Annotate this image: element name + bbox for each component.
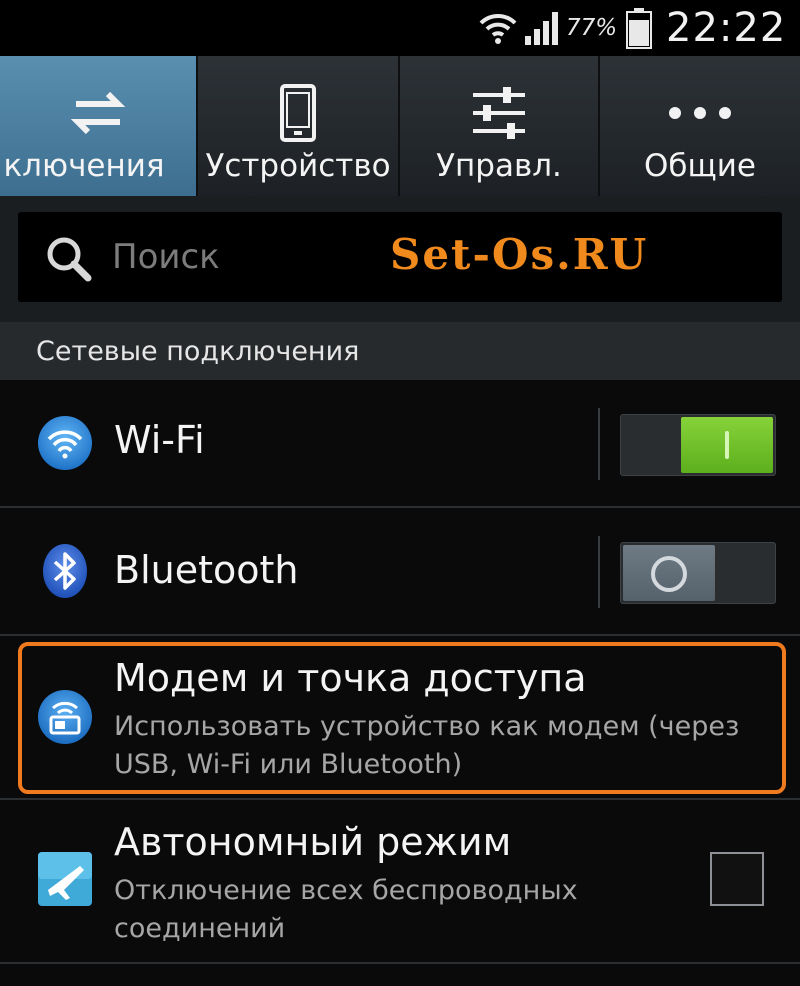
tab-general[interactable]: Общие [600,56,800,196]
tab-connections[interactable]: ключения [0,56,198,196]
tab-label: Управл. [436,148,562,184]
section-header: Сетевые подключения [0,322,800,380]
section-title: Сетевые подключения [36,335,360,367]
tethering-title: Модем и точка доступа [114,656,587,700]
more-dots-icon [665,78,735,148]
divider [0,962,800,964]
settings-tab-bar: ключения Устройство Управл. Общие [0,56,800,196]
search-box[interactable]: Set-Os.RU [18,212,782,302]
toggle-knob [681,417,773,473]
search-input[interactable] [110,226,374,288]
battery-percent: 77% [566,15,618,41]
subtitle-line: Использовать устройство как модем (через [114,711,740,742]
phone-icon [278,78,318,148]
signal-icon [524,0,562,56]
tethering-subtitle: Использовать устройство как модем (через… [114,708,739,784]
divider [598,408,600,480]
tab-controls[interactable]: Управл. [400,56,600,196]
subtitle-line: Отключение всех беспроводных [114,875,578,906]
subtitle-line: USB, Wi-Fi или Bluetooth) [114,749,463,780]
wifi-title: Wi-Fi [114,418,205,462]
subtitle-line: соединений [114,913,286,944]
list-item-tethering[interactable]: Модем и точка доступа Использовать устро… [0,636,800,798]
battery-icon [626,0,652,56]
search-area: Set-Os.RU [0,196,800,322]
airplane-mode-title: Автономный режим [114,820,512,864]
status-bar: 77% 22:22 [0,0,800,56]
sliders-icon [471,78,527,148]
tab-label: Устройство [205,148,391,184]
tab-label: ключения [3,148,165,184]
airplane-mode-checkbox[interactable] [710,852,764,906]
airplane-icon [36,850,94,908]
list-item-bluetooth[interactable]: Bluetooth [0,508,800,634]
watermark-logo: Set-Os.RU [390,230,649,279]
divider [598,536,600,608]
list-item-airplane-mode[interactable]: Автономный режим Отключение всех беспров… [0,800,800,960]
wifi-toggle[interactable] [620,414,776,476]
toggle-knob [623,545,715,601]
bluetooth-icon [36,542,94,600]
search-icon [44,234,94,288]
clock: 22:22 [666,5,787,51]
tethering-icon [36,688,94,746]
transfer-arrows-icon [68,78,128,148]
tab-label: Общие [644,148,756,184]
tab-device[interactable]: Устройство [198,56,400,196]
airplane-mode-subtitle: Отключение всех беспроводных соединений [114,872,578,948]
list-item-wifi[interactable]: Wi-Fi [0,380,800,506]
wifi-icon [478,0,518,56]
bluetooth-title: Bluetooth [114,548,299,592]
bluetooth-toggle[interactable] [620,542,776,604]
wifi-icon [36,414,94,472]
